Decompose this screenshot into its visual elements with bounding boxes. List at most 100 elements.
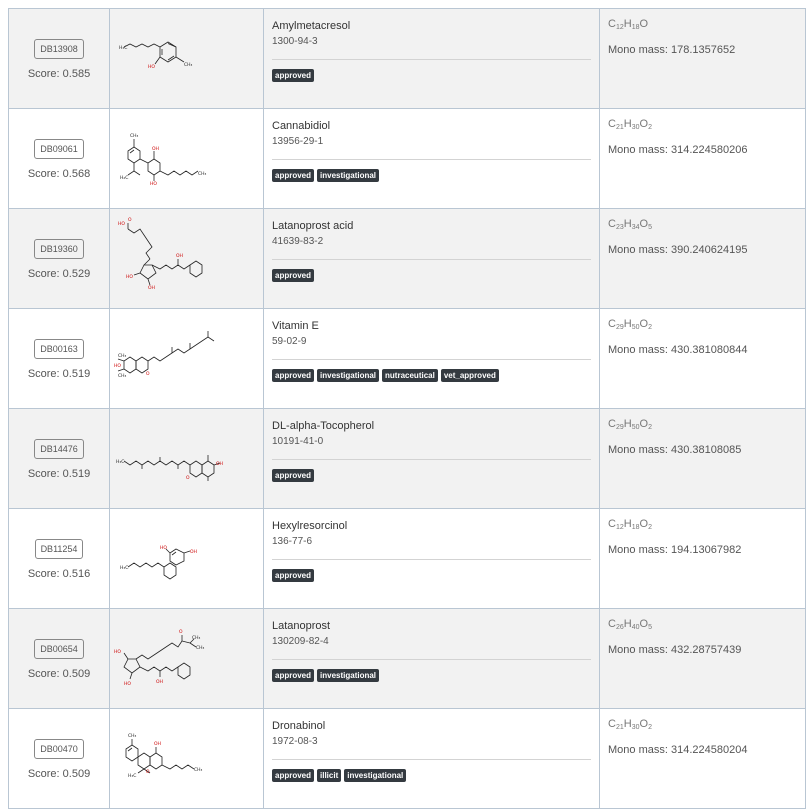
- divider: [272, 259, 591, 260]
- drugbank-id-button[interactable]: DB19360: [34, 239, 84, 259]
- svg-text:H₃C: H₃C: [116, 459, 124, 465]
- structure-image[interactable]: HO HO O OH CH₃ CH₃: [110, 609, 264, 708]
- status-badge: vet_approved: [440, 369, 499, 382]
- formula-element: O: [639, 518, 649, 530]
- table-row: DB11254 Score: 0.516 H₃C HO OH Hexylreso…: [8, 508, 806, 609]
- status-badge: approved: [272, 469, 315, 482]
- formula-element: O: [639, 318, 649, 330]
- formula-element: O: [639, 418, 649, 430]
- cas-number: 136-77-6: [272, 536, 313, 547]
- drugbank-id-button[interactable]: DB14476: [34, 439, 84, 459]
- divider: [272, 59, 591, 60]
- drugbank-id-button[interactable]: DB00163: [34, 339, 84, 359]
- drugbank-id-button[interactable]: DB09061: [34, 139, 84, 159]
- formula-count: 21: [615, 124, 624, 131]
- formula-count: 5: [648, 224, 652, 231]
- structure-image[interactable]: CH₃ OH O H₃C CH₃: [110, 709, 264, 808]
- structure-image[interactable]: HO O HO OH OH: [110, 209, 264, 308]
- drug-name-link[interactable]: Latanoprost acid: [272, 219, 591, 233]
- svg-text:CH₃: CH₃: [118, 353, 127, 359]
- svg-text:HO: HO: [126, 274, 133, 280]
- table-row: DB00470 Score: 0.509 CH₃ OH O H₃C CH₃ Dr…: [8, 708, 806, 809]
- formula-count: 2: [648, 124, 652, 131]
- svg-text:H₃C: H₃C: [120, 565, 128, 571]
- similarity-score: Score: 0.529: [27, 268, 91, 280]
- svg-text:OH: OH: [148, 285, 155, 291]
- similarity-score: Score: 0.519: [27, 468, 91, 480]
- formula-count: 34: [631, 224, 640, 231]
- structure-cell: H₃C HO CH₃: [109, 8, 264, 109]
- formula-cell: C26H40O5 Mono mass: 432.28757439: [599, 608, 806, 709]
- badge-list: approved investigational: [272, 669, 591, 682]
- cas-number: 59-02-9: [272, 336, 307, 347]
- molecular-formula: C26H40O5: [608, 618, 797, 632]
- info-cell: Amylmetacresol 1300-94-3 approved: [263, 8, 600, 109]
- drug-name-link[interactable]: Amylmetacresol: [272, 19, 591, 33]
- divider: [272, 459, 591, 460]
- structure-image[interactable]: H₃C OH O: [110, 409, 264, 508]
- formula-count: 12: [615, 524, 624, 531]
- formula-cell: C12H18O2 Mono mass: 194.13067982: [599, 508, 806, 609]
- info-cell: Cannabidiol 13956-29-1 approved investiga…: [263, 108, 600, 209]
- formula-element: C: [608, 18, 616, 30]
- formula-element: C: [608, 518, 616, 530]
- drugbank-id-button[interactable]: DB13908: [34, 39, 84, 59]
- structure-cell: CH₃ OH HO H₂C CH₃: [109, 108, 264, 209]
- formula-element: O: [639, 718, 649, 730]
- structure-cell: H₃C OH O: [109, 408, 264, 509]
- structure-cell: HO CH₃ CH₃ O: [109, 308, 264, 409]
- badge-list: approved: [272, 469, 591, 482]
- formula-element: H: [623, 18, 632, 30]
- formula-count: 2: [648, 424, 652, 431]
- drugbank-id-button[interactable]: DB00654: [34, 639, 84, 659]
- svg-text:OH: OH: [190, 549, 197, 555]
- svg-text:CH₃: CH₃: [198, 171, 207, 177]
- drug-name-link[interactable]: Vitamin E: [272, 319, 591, 333]
- status-badge: approved: [272, 169, 315, 182]
- formula-cell: C12H18O Mono mass: 178.1357652: [599, 8, 806, 109]
- structure-image[interactable]: H₃C HO OH: [110, 509, 264, 608]
- formula-count: 50: [631, 324, 640, 331]
- divider: [272, 159, 591, 160]
- structure-image[interactable]: HO CH₃ CH₃ O: [110, 309, 264, 408]
- cas-number: 10191-41-0: [272, 436, 324, 447]
- drugbank-id-button[interactable]: DB11254: [34, 539, 84, 559]
- formula-element: H: [623, 418, 632, 430]
- formula-element: C: [608, 618, 616, 630]
- svg-text:H₂C: H₂C: [120, 175, 128, 181]
- formula-cell: C23H34O5 Mono mass: 390.240624195: [599, 208, 806, 309]
- info-cell: Latanoprost acid 41639-83-2 approved: [263, 208, 600, 309]
- formula-count: 29: [615, 324, 624, 331]
- badge-list: approved: [272, 69, 591, 82]
- info-cell: Vitamin E 59-02-9 approved investigationa…: [263, 308, 600, 409]
- cas-number: 1300-94-3: [272, 36, 318, 47]
- drug-name-link[interactable]: DL-alpha-Tocopherol: [272, 419, 591, 433]
- formula-element: O: [639, 618, 649, 630]
- info-cell: DL-alpha-Tocopherol 10191-41-0 approved: [263, 408, 600, 509]
- svg-text:HO: HO: [148, 64, 155, 70]
- mono-mass: Mono mass: 194.13067982: [608, 544, 742, 556]
- structure-cell: CH₃ OH O H₃C CH₃: [109, 708, 264, 809]
- molecular-formula: C12H18O: [608, 18, 797, 32]
- drug-name-link[interactable]: Latanoprost: [272, 619, 591, 633]
- svg-text:CH₃: CH₃: [118, 373, 127, 379]
- similarity-score: Score: 0.516: [27, 568, 91, 580]
- drug-name-link[interactable]: Hexylresorcinol: [272, 519, 591, 533]
- table-row: DB00163 Score: 0.519 HO CH₃ CH₃ O Vitami…: [8, 308, 806, 409]
- drugbank-id-button[interactable]: DB00470: [34, 739, 84, 759]
- formula-cell: C21H30O2 Mono mass: 314.224580206: [599, 108, 806, 209]
- formula-count: 2: [648, 524, 652, 531]
- status-badge: nutraceutical: [382, 369, 438, 382]
- svg-text:CH₃: CH₃: [196, 645, 205, 651]
- cas-number: 130209-82-4: [272, 636, 329, 647]
- table-row: DB14476 Score: 0.519 H₃C OH O DL-alpha-T…: [8, 408, 806, 509]
- structure-cell: H₃C HO OH: [109, 508, 264, 609]
- structure-image[interactable]: CH₃ OH HO H₂C CH₃: [110, 109, 264, 208]
- drug-name-link[interactable]: Dronabinol: [272, 719, 591, 733]
- molecular-formula: C21H30O2: [608, 118, 797, 132]
- structure-image[interactable]: H₃C HO CH₃: [110, 9, 264, 108]
- drug-name-link[interactable]: Cannabidiol: [272, 119, 591, 133]
- status-badge: investigational: [317, 669, 380, 682]
- badge-list: approved illicit investigational: [272, 769, 591, 782]
- formula-element: H: [623, 718, 632, 730]
